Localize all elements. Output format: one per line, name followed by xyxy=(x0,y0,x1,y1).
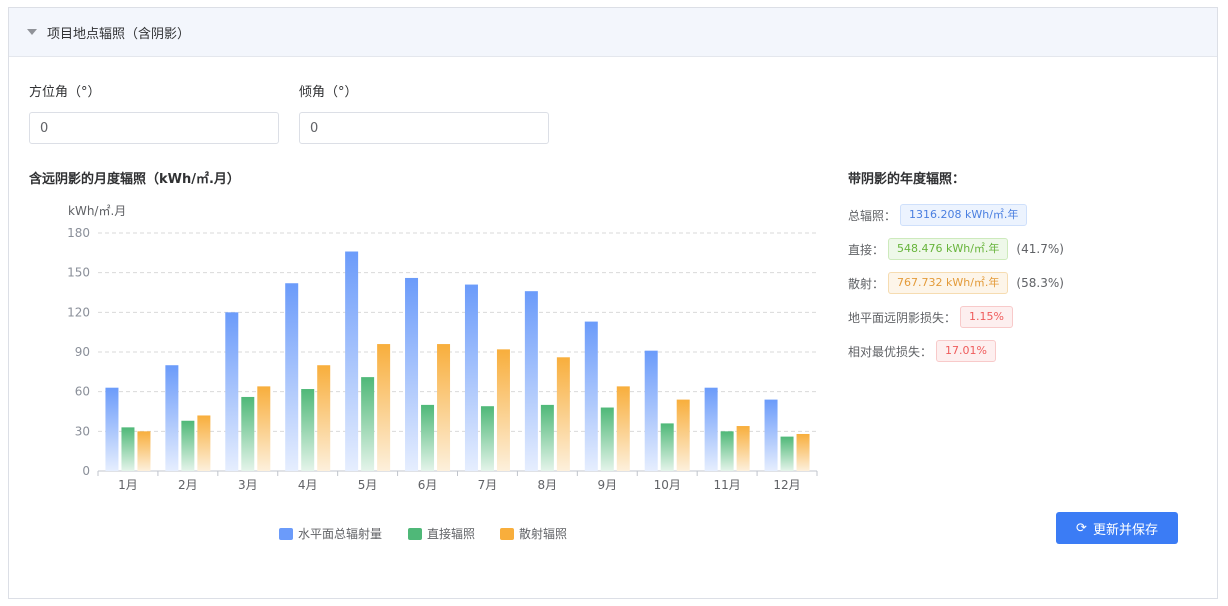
x-tick-label: 8月 xyxy=(538,478,558,492)
legend-swatch xyxy=(279,528,293,540)
y-axis-label: kWh/㎡.月 xyxy=(68,204,126,218)
bar-diffuse xyxy=(437,344,451,471)
y-tick-label: 30 xyxy=(75,424,90,438)
azimuth-input[interactable] xyxy=(29,112,279,144)
horizon-loss-label: 地平面远阴影损失： xyxy=(848,310,957,325)
bar-total xyxy=(644,350,658,471)
bar-direct xyxy=(780,436,794,471)
x-tick-label: 3月 xyxy=(238,478,258,492)
legend-label: 散射辐照 xyxy=(519,526,567,541)
bar-direct xyxy=(181,420,195,471)
panel-header[interactable]: 项目地点辐照（含阴影） xyxy=(9,8,1217,57)
azimuth-label: 方位角（°） xyxy=(29,85,101,100)
bar-total xyxy=(764,399,778,471)
bar-total xyxy=(524,291,538,471)
legend-swatch xyxy=(408,528,422,540)
bar-diffuse xyxy=(616,386,630,471)
update-save-button[interactable]: ⟳ 更新并保存 xyxy=(1056,512,1178,544)
bar-direct xyxy=(121,427,135,471)
bar-direct xyxy=(421,404,435,471)
diffuse-percent: (58.3%) xyxy=(1016,276,1064,290)
relative-loss-tag: 17.01% xyxy=(936,340,996,362)
refresh-icon: ⟳ xyxy=(1076,520,1087,536)
x-tick-label: 12月 xyxy=(773,478,800,492)
bar-diffuse xyxy=(676,399,690,471)
chart-title: 含远阴影的月度辐照（kWh/㎡.月） xyxy=(29,172,240,187)
x-tick-label: 10月 xyxy=(654,478,681,492)
legend-swatch xyxy=(500,528,514,540)
bar-total xyxy=(285,283,299,471)
diffuse-value-tag: 767.732 kWh/㎡.年 xyxy=(888,272,1009,294)
total-row: 总辐照： 1316.208 kWh/㎡.年 xyxy=(848,203,1028,227)
bar-diffuse xyxy=(137,431,151,471)
x-tick-label: 4月 xyxy=(298,478,318,492)
x-tick-label: 6月 xyxy=(418,478,438,492)
monthly-irradiance-chart: kWh/㎡.月 0 30 60 90 120 150 180 1月 2月 3月 4月 5月 6月 7月 8… xyxy=(67,204,818,541)
y-tick-label: 180 xyxy=(67,226,90,240)
relative-loss-row: 相对最优损失： 17.01% xyxy=(848,339,996,363)
bar-total xyxy=(464,284,478,471)
bar-direct xyxy=(301,389,315,471)
bar-direct xyxy=(540,404,554,471)
diffuse-label: 散射： xyxy=(848,276,885,291)
bar-total xyxy=(345,251,359,471)
bar-direct xyxy=(720,431,734,471)
y-tick-label: 150 xyxy=(67,266,90,280)
bar-diffuse xyxy=(317,365,331,471)
bar-total xyxy=(405,277,419,471)
direct-label: 直接： xyxy=(848,242,885,257)
direct-row: 直接： 548.476 kWh/㎡.年 (41.7%) xyxy=(848,237,1064,261)
bar-total xyxy=(165,365,179,471)
bar-total xyxy=(584,321,598,471)
diffuse-row: 散射： 767.732 kWh/㎡.年 (58.3%) xyxy=(848,271,1064,295)
bar-diffuse xyxy=(736,426,750,471)
x-tick-label: 2月 xyxy=(178,478,198,492)
y-tick-label: 60 xyxy=(75,385,90,399)
y-tick-label: 0 xyxy=(82,464,90,478)
bar-total xyxy=(225,312,239,471)
x-tick-label: 5月 xyxy=(358,478,378,492)
panel-title: 项目地点辐照（含阴影） xyxy=(47,26,191,42)
x-tick-label: 9月 xyxy=(597,478,617,492)
relative-loss-label: 相对最优损失： xyxy=(848,344,933,359)
y-tick-label: 90 xyxy=(75,345,90,359)
horizon-loss-row: 地平面远阴影损失： 1.15% xyxy=(848,305,1013,329)
bar-diffuse xyxy=(377,344,391,471)
direct-percent: (41.7%) xyxy=(1016,242,1064,256)
x-tick-label: 1月 xyxy=(118,478,138,492)
tilt-input[interactable] xyxy=(299,112,549,144)
bar-diffuse xyxy=(496,349,510,471)
y-tick-label: 120 xyxy=(67,305,90,319)
legend-label: 水平面总辐射量 xyxy=(298,526,382,541)
bar-diffuse xyxy=(257,386,271,471)
bar-direct xyxy=(361,377,375,471)
bar-diffuse xyxy=(556,357,570,471)
x-tick-label: 11月 xyxy=(713,478,740,492)
annual-title: 带阴影的年度辐照： xyxy=(848,172,966,187)
bar-direct xyxy=(480,406,494,471)
legend-label: 直接辐照 xyxy=(427,526,475,541)
total-value-tag: 1316.208 kWh/㎡.年 xyxy=(900,204,1028,226)
bar-total xyxy=(105,387,119,471)
bar-diffuse xyxy=(796,433,810,471)
bar-direct xyxy=(600,407,614,471)
total-label: 总辐照： xyxy=(848,208,897,223)
direct-value-tag: 548.476 kWh/㎡.年 xyxy=(888,238,1009,260)
tilt-label: 倾角（°） xyxy=(299,85,358,100)
bar-direct xyxy=(660,423,674,471)
update-save-label: 更新并保存 xyxy=(1092,522,1158,538)
bar-direct xyxy=(241,396,255,471)
bar-total xyxy=(704,387,718,471)
caret-down-icon[interactable] xyxy=(27,29,37,35)
bar-diffuse xyxy=(197,415,211,471)
x-tick-label: 7月 xyxy=(478,478,498,492)
horizon-loss-tag: 1.15% xyxy=(960,306,1013,328)
